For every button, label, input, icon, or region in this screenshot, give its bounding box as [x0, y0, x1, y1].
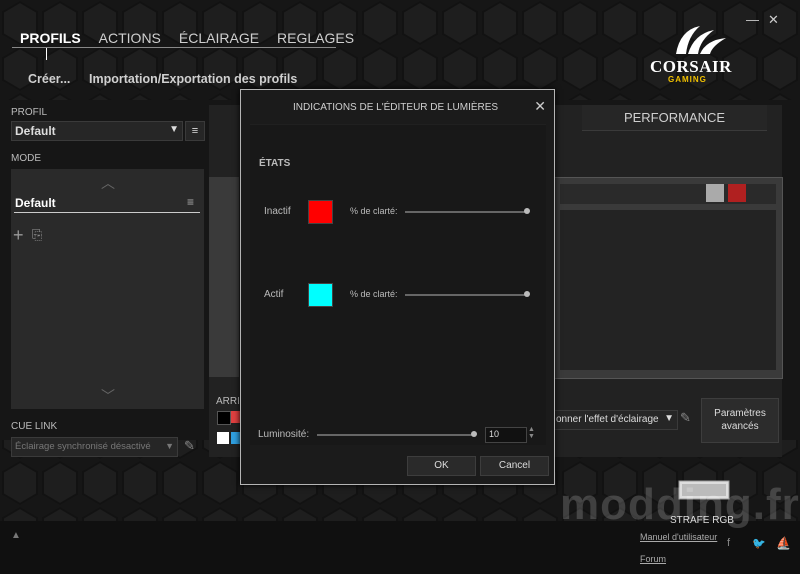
states-heading: ÉTATS — [259, 158, 291, 169]
nav-underline — [12, 47, 336, 48]
dialog-body: ÉTATS Inactif % de clarté: Actif % de cl… — [250, 124, 546, 445]
profile-select-value: Default — [15, 124, 56, 138]
corsair-small-icon[interactable]: ⛵ — [776, 536, 791, 550]
brand-logo-text: CORSAIR — [650, 57, 732, 76]
user-manual-link[interactable]: Manuel d'utilisateur — [640, 532, 717, 542]
luminosity-input-value: 10 — [489, 429, 500, 439]
tab-eclairage[interactable]: ÉCLAIRAGE — [179, 30, 259, 46]
cue-link-select[interactable]: Éclairage synchronisé désactivé ▼ — [11, 437, 178, 457]
active-brightness-label: % de clarté: — [350, 289, 398, 299]
tab-profils[interactable]: PROFILS — [20, 30, 81, 46]
keyboard-image-left — [209, 177, 239, 377]
add-icon[interactable]: + — [13, 225, 24, 246]
edit-pencil-icon[interactable]: ✎ — [184, 438, 195, 454]
active-brightness-slider[interactable] — [405, 294, 528, 296]
active-label: Actif — [264, 289, 284, 300]
lighting-editor-dialog: INDICATIONS DE L'ÉDITEUR DE LUMIÈRES ✕ É… — [240, 89, 555, 485]
mode-panel: ︿ Default ≡ + ⎘ ﹀ — [11, 169, 204, 409]
close-icon[interactable]: ✕ — [534, 98, 546, 115]
inactive-brightness-slider[interactable] — [405, 211, 528, 213]
profile-menu-button[interactable]: ≡ — [185, 121, 205, 141]
luminosity-label: Luminosité: — [258, 429, 310, 440]
dialog-title: INDICATIONS DE L'ÉDITEUR DE LUMIÈRES — [293, 102, 499, 113]
profile-label: PROFIL — [11, 107, 48, 118]
create-profile-link[interactable]: Créer... — [28, 72, 70, 86]
stepper-arrows-icon[interactable]: ▲ ▼ — [528, 426, 535, 440]
ok-button[interactable]: OK — [407, 456, 476, 476]
chevron-down-icon[interactable]: ﹀ — [101, 386, 115, 406]
chevron-down-icon: ▼ — [165, 441, 174, 451]
tab-performance[interactable]: PERFORMANCE — [582, 105, 767, 131]
import-export-link[interactable]: Importation/Exportation des profils — [89, 72, 297, 86]
tab-actions[interactable]: ACTIONS — [99, 30, 161, 46]
inactive-brightness-label: % de clarté: — [350, 206, 398, 216]
effect-select[interactable]: onner l'effet d'éclairage ▼ — [553, 410, 678, 430]
color-swatch-black[interactable] — [217, 411, 231, 425]
inactive-color-swatch[interactable] — [308, 200, 333, 224]
forum-link[interactable]: Forum — [640, 554, 666, 564]
main-nav: PROFILS ACTIONS ÉCLAIRAGE REGLAGES — [20, 30, 354, 46]
mode-item-menu-icon[interactable]: ≡ — [187, 195, 194, 209]
color-swatch-white[interactable] — [217, 432, 229, 444]
brand-logo-subtext: GAMING — [668, 75, 707, 84]
active-brightness-knob[interactable] — [524, 291, 530, 297]
inactive-brightness-knob[interactable] — [524, 208, 530, 214]
collapse-up-icon[interactable]: ▲ — [11, 530, 21, 541]
watermark-text: modding.fr — [560, 480, 800, 529]
luminosity-knob[interactable] — [471, 431, 477, 437]
keyboard-key-red — [728, 184, 746, 202]
keyboard-key-light — [706, 184, 724, 202]
close-window-button[interactable]: ✕ — [768, 12, 779, 28]
chevron-down-icon: ▼ — [169, 124, 179, 135]
twitter-icon[interactable]: 🐦 — [752, 537, 766, 550]
minimize-button[interactable]: — — [746, 12, 759, 27]
chevron-up-icon[interactable]: ︿ — [101, 173, 115, 193]
keyboard-image — [553, 177, 783, 379]
inactive-label: Inactif — [264, 206, 291, 217]
nav-active-marker — [46, 48, 47, 60]
luminosity-input[interactable]: 10 — [485, 427, 527, 443]
active-color-swatch[interactable] — [308, 283, 333, 307]
mode-item-default[interactable]: Default — [15, 196, 56, 210]
advanced-settings-button[interactable]: Paramètres avancés — [701, 398, 779, 443]
profile-select[interactable]: Default ▼ — [11, 121, 183, 141]
mode-label: MODE — [11, 153, 41, 164]
effect-select-value: onner l'effet d'éclairage — [556, 414, 659, 425]
luminosity-slider[interactable] — [317, 434, 475, 436]
menu-icon: ≡ — [191, 125, 199, 137]
cue-link-value: Éclairage synchronisé désactivé — [15, 441, 151, 452]
edit-pencil-icon[interactable]: ✎ — [680, 410, 691, 426]
mode-item-underline — [14, 212, 200, 213]
keyboard-key-area — [560, 210, 776, 370]
tab-reglages[interactable]: REGLAGES — [277, 30, 354, 46]
cancel-button[interactable]: Cancel — [480, 456, 549, 476]
facebook-icon[interactable]: f — [727, 537, 730, 549]
chevron-down-icon: ▼ — [664, 413, 674, 424]
cue-link-label: CUE LINK — [11, 421, 58, 432]
import-icon[interactable]: ⎘ — [32, 227, 42, 243]
